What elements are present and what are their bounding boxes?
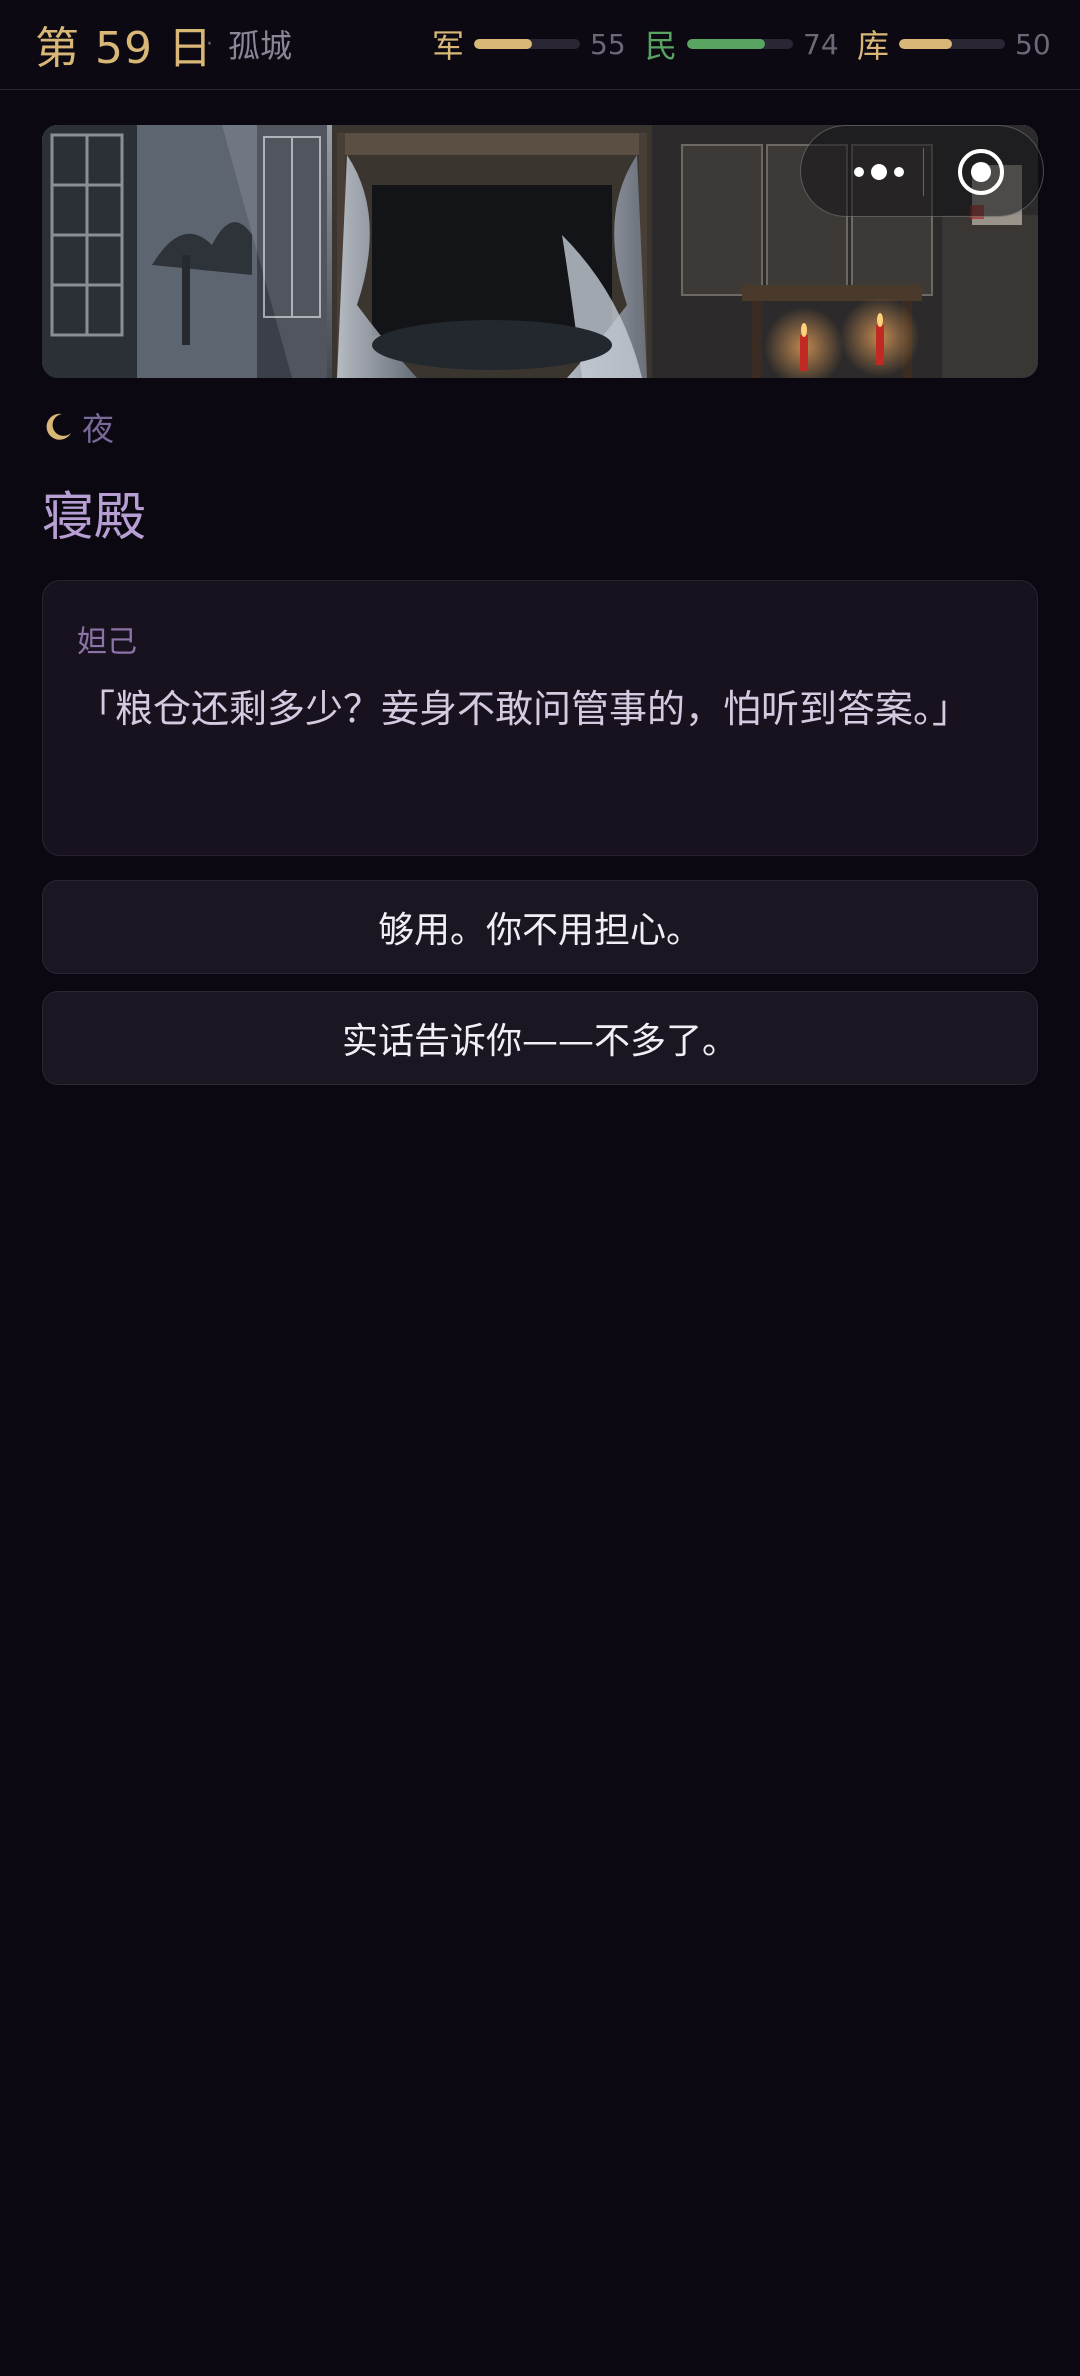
stat-people-label: 民	[645, 27, 678, 65]
stat-treasury-bar	[899, 39, 1006, 49]
stat-army-bar	[474, 39, 581, 49]
target-circle-icon[interactable]	[957, 148, 1005, 196]
choice-button-1[interactable]: 够用。你不用担心。	[42, 880, 1038, 974]
day-counter: 第 59 日	[35, 23, 213, 74]
stat-people-value: 74	[803, 27, 839, 61]
status-bar: 第 59 日 · 孤城 军 55 民 74 库 50	[0, 0, 1080, 90]
capsule-divider	[923, 148, 924, 196]
stat-treasury-label: 库	[857, 27, 890, 65]
choice-button-2[interactable]: 实话告诉你——不多了。	[42, 991, 1038, 1085]
stat-people: 民 74	[645, 14, 839, 74]
stat-people-bar	[687, 39, 794, 49]
capsule-menu	[800, 125, 1044, 217]
title-separator: ·	[206, 31, 213, 57]
dialog-text: 「粮仓还剩多少？妾身不敢问管事的，怕听到答案。」	[77, 687, 971, 731]
stat-army-label: 军	[432, 27, 465, 65]
location-title: 寝殿	[42, 487, 147, 548]
more-dots-icon[interactable]	[835, 154, 925, 190]
dialog-box: 妲己 「粮仓还剩多少？妾身不敢问管事的，怕听到答案。」	[42, 580, 1038, 856]
stat-treasury: 库 50	[857, 14, 1051, 74]
city-name: 孤城	[228, 27, 293, 65]
crescent-moon-icon	[42, 411, 74, 443]
time-of-day-label: 夜	[82, 410, 115, 448]
stat-army: 军 55	[432, 14, 626, 74]
stat-army-value: 55	[590, 27, 626, 61]
speaker-name: 妲己	[77, 625, 137, 660]
stat-treasury-value: 50	[1015, 27, 1051, 61]
time-of-day: 夜	[42, 402, 114, 452]
